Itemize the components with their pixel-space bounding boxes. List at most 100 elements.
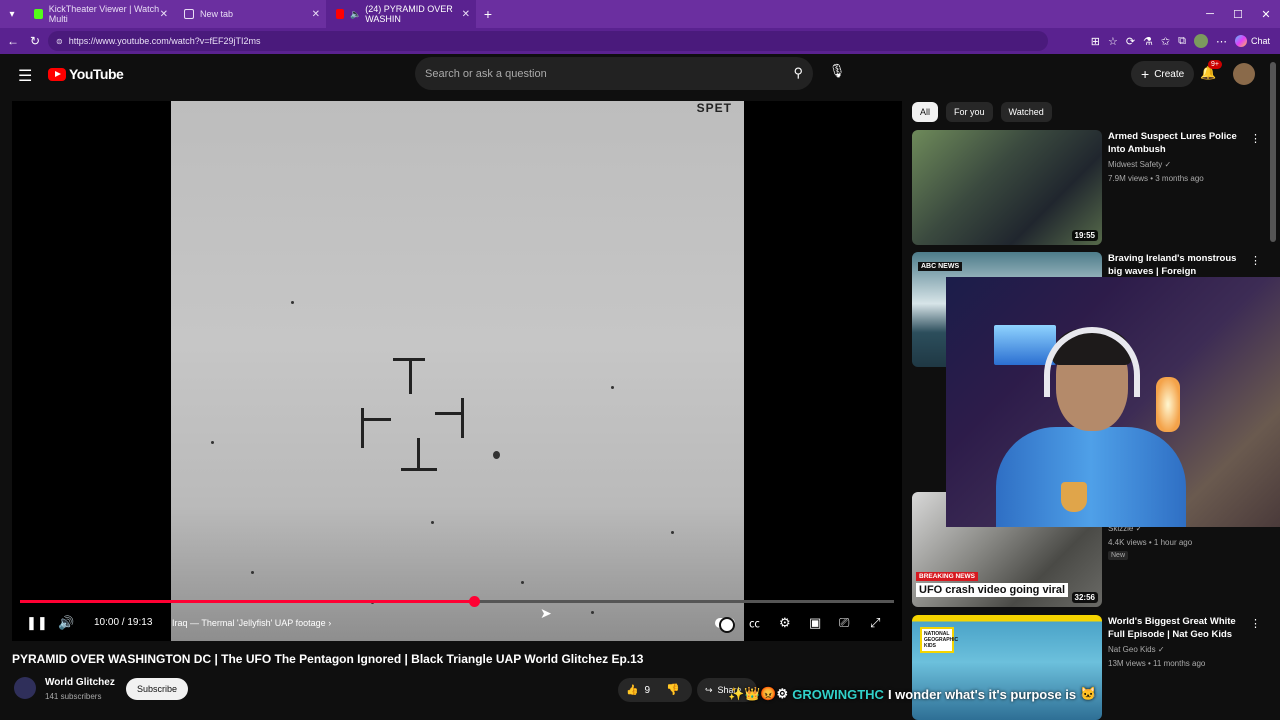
page-scrollbar[interactable]	[1270, 62, 1276, 242]
more-options-icon[interactable]: ⋮	[1250, 617, 1261, 630]
recommendation-channel[interactable]: Midwest Safety ✓	[1108, 160, 1171, 169]
player-controls: ❚❚ 🔊 10:00 / 19:13 Iraq — Thermal 'Jelly…	[12, 611, 902, 637]
favorites-icon[interactable]: ✩	[1161, 35, 1170, 48]
youtube-play-icon	[48, 67, 66, 81]
more-options-icon[interactable]: ⋮	[1250, 132, 1261, 145]
microphone-icon[interactable]: 🎙	[826, 63, 848, 85]
create-button[interactable]: + Create	[1131, 61, 1195, 87]
site-info-icon[interactable]: ⊜	[56, 37, 63, 46]
tab-new-tab[interactable]: New tab ✕	[174, 0, 326, 28]
recommendation-meta: 7.9M views • 3 months ago	[1108, 174, 1204, 183]
tab-search-button[interactable]: ▾	[0, 0, 24, 28]
thumbs-down-icon[interactable]: 👎	[666, 683, 680, 696]
extensions-puzzle-icon[interactable]: ⚗	[1143, 35, 1153, 48]
chat-text: I wonder what's it's purpose is	[887, 686, 1077, 702]
progress-bar[interactable]	[20, 596, 894, 607]
kick-favicon-icon	[34, 9, 43, 19]
recommendation-channel[interactable]: Nat Geo Kids ✓	[1108, 645, 1165, 654]
recommendation-item[interactable]: 19:55 Armed Suspect Lures Police Into Am…	[912, 130, 1262, 248]
thumbnail-label: ABC NEWS	[918, 262, 963, 271]
youtube-header: ☰ YouTube Search or ask a question ⚲ 🎙 +…	[0, 54, 1280, 96]
favorite-star-icon[interactable]: ☆	[1108, 35, 1118, 48]
video-osd-text: SPET	[696, 101, 732, 115]
menu-icon[interactable]: ☰	[18, 66, 32, 86]
extension-icon[interactable]: ⟳	[1126, 35, 1135, 48]
breaking-news-label: BREAKING NEWS	[916, 572, 978, 581]
recommendation-meta: 4.4K views • 1 hour ago	[1108, 538, 1193, 547]
youtube-logo[interactable]: YouTube	[48, 66, 124, 82]
video-title: PYRAMID OVER WASHINGTON DC | The UFO The…	[12, 652, 644, 666]
more-menu-icon[interactable]: ⋯	[1216, 35, 1227, 48]
like-button[interactable]: 👍 9	[618, 678, 692, 702]
url-text: https://www.youtube.com/watch?v=fEF29jTI…	[68, 36, 261, 46]
channel-name[interactable]: World Glitchez	[45, 677, 115, 688]
notification-count-badge: 9+	[1208, 60, 1222, 69]
tab-label: KickTheater Viewer | Watch Multi	[48, 4, 160, 24]
minimize-icon[interactable]: ─	[1196, 8, 1224, 20]
address-bar-row: ← ↻ ⊜ https://www.youtube.com/watch?v=fE…	[0, 28, 1280, 54]
video-thumbnail[interactable]: 19:55	[912, 130, 1102, 245]
youtube-favicon-icon	[336, 9, 345, 19]
chapter-button[interactable]: Iraq — Thermal 'Jellyfish' UAP footage ›	[172, 618, 331, 628]
toolbar-icons: ⊞ ☆ ⟳ ⚗ ✩ ⧉ ⋯ Chat	[1091, 28, 1270, 54]
stream-chat-message: ✨👑😡⚙ GROWINGTHC I wonder what's it's pur…	[728, 683, 1198, 705]
back-icon[interactable]: ←	[2, 34, 24, 48]
settings-gear-icon[interactable]: ⚙	[779, 615, 791, 631]
pause-icon[interactable]: ❚❚	[26, 615, 48, 631]
browser-tab-bar: ▾ KickTheater Viewer | Watch Multi ✕ New…	[0, 0, 1280, 28]
shirt-crest	[1061, 482, 1087, 512]
chat-username: GROWINGTHC	[792, 686, 884, 702]
captions-icon[interactable]: ㏄	[749, 615, 760, 631]
chip-for-you[interactable]: For you	[946, 102, 993, 122]
profile-avatar[interactable]	[1193, 34, 1208, 48]
close-icon[interactable]: ✕	[312, 9, 320, 20]
reload-icon[interactable]: ↻	[24, 34, 46, 48]
search-icon[interactable]: ⚲	[793, 65, 803, 81]
close-window-icon[interactable]: ✕	[1252, 8, 1280, 21]
chip-watched[interactable]: Watched	[1000, 102, 1052, 122]
copilot-chat-button[interactable]: Chat	[1234, 35, 1270, 47]
maximize-icon[interactable]: ☐	[1224, 8, 1252, 21]
tab-label: (24) PYRAMID OVER WASHIN	[365, 4, 453, 24]
volume-icon[interactable]: 🔊	[58, 615, 74, 631]
tab-youtube[interactable]: 🔈 (24) PYRAMID OVER WASHIN ✕	[326, 0, 476, 28]
more-options-icon[interactable]: ⋮	[1250, 254, 1261, 267]
chat-emote-icons: ✨👑😡⚙	[728, 686, 789, 701]
object-speck	[493, 451, 500, 459]
recommendation-title[interactable]: Armed Suspect Lures Police Into Ambush	[1108, 130, 1244, 156]
subscribe-button[interactable]: Subscribe	[126, 678, 189, 700]
like-count: 9	[644, 684, 651, 696]
close-icon[interactable]: ✕	[160, 9, 168, 20]
tab-kicktheater[interactable]: KickTheater Viewer | Watch Multi ✕	[24, 0, 174, 28]
plus-icon: +	[1141, 66, 1150, 82]
new-tab-button[interactable]: +	[476, 6, 500, 22]
new-badge: New	[1108, 551, 1129, 560]
thumbnail-label: NATIONAL GEOGRAPHIC KIDS	[920, 627, 958, 653]
chat-emote-icon: 🐱	[1080, 686, 1097, 701]
miniplayer-icon[interactable]: ▣	[809, 615, 821, 631]
channel-avatar[interactable]	[14, 677, 36, 699]
copilot-icon	[1234, 35, 1247, 47]
account-avatar[interactable]	[1233, 63, 1255, 85]
page-favicon-icon	[184, 9, 194, 19]
streamer-shirt	[996, 427, 1186, 527]
cast-icon[interactable]: ⎚	[839, 615, 849, 631]
url-field[interactable]: ⊜ https://www.youtube.com/watch?v=fEF29j…	[48, 31, 1048, 51]
recommendation-meta: 13M views • 11 months ago	[1108, 659, 1206, 668]
speaker-icon[interactable]: 🔈	[350, 9, 361, 20]
verified-icon: ✓	[1164, 160, 1172, 169]
verified-icon: ✓	[1157, 645, 1165, 654]
targeting-reticle	[361, 356, 471, 476]
progress-played	[20, 600, 475, 603]
chip-all[interactable]: All	[912, 102, 939, 122]
close-icon[interactable]: ✕	[462, 9, 470, 20]
search-input[interactable]: Search or ask a question ⚲	[415, 57, 813, 90]
video-player[interactable]: SPET ➤ ❚❚ 🔊 10:00 / 19:13 Iraq — Thermal…	[12, 101, 902, 641]
collections-icon[interactable]: ⧉	[1178, 35, 1186, 48]
app-install-icon[interactable]: ⊞	[1091, 35, 1100, 48]
autoplay-toggle[interactable]	[715, 617, 735, 633]
recommendation-title[interactable]: World's Biggest Great White Full Episode…	[1108, 615, 1244, 641]
share-icon: ↪	[705, 684, 713, 695]
fullscreen-icon[interactable]: ⤢	[870, 615, 880, 631]
video-frame[interactable]: SPET	[171, 101, 744, 641]
